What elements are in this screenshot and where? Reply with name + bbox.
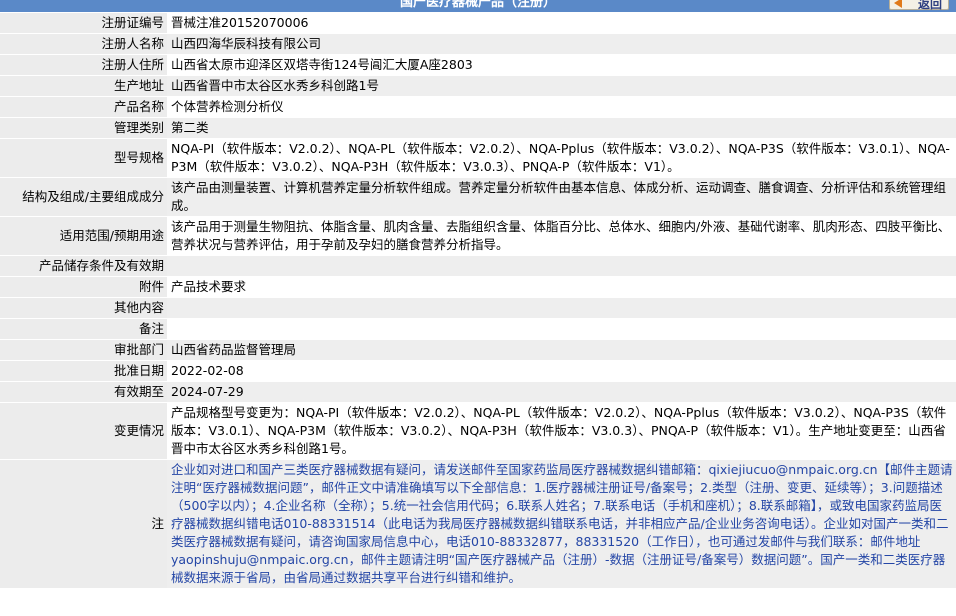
field-value-reg-no: 晋械注准20152070006 — [167, 13, 956, 34]
field-value-model-spec: NQA-PI（软件版本：V2.0.2）、NQA-PL（软件版本：V2.0.2）、… — [167, 138, 956, 178]
field-value-registrant-address: 山西省太原市迎泽区双塔寺街124号阊汇大厦A座2803 — [167, 54, 956, 76]
field-label-change-info: 变更情况 — [0, 402, 167, 460]
table-row-note: 注企业如对进口和国产三类医疗器械数据有疑问，请发送邮件至国家药监局医疗器械数据纠… — [0, 459, 956, 589]
field-value-remark — [167, 318, 956, 340]
field-value-structure: 该产品由测量装置、计算机营养定量分析软件组成。营养定量分析软件由基本信息、体成分… — [167, 177, 956, 217]
table-row-structure: 结构及组成/主要组成成分 该产品由测量装置、计算机营养定量分析软件组成。营养定量分… — [0, 177, 956, 217]
field-label-registrant-address: 注册人住所 — [0, 54, 167, 76]
field-value-product-name: 个体营养检测分析仪 — [167, 96, 956, 118]
back-button[interactable]: 返回 — [889, 0, 949, 11]
field-label-approval-dept: 审批部门 — [0, 339, 167, 361]
table-row-product-name: 产品名称 个体营养检测分析仪 — [0, 96, 956, 118]
field-value-storage — [167, 255, 956, 277]
table-row-registrant-address: 注册人住所 山西省太原市迎泽区双塔寺街124号阊汇大厦A座2803 — [0, 54, 956, 76]
field-label-remark: 备注 — [0, 318, 167, 340]
table-row-approval-dept: 审批部门 山西省药品监督管理局 — [0, 339, 956, 361]
field-value-management-class: 第二类 — [167, 117, 956, 139]
field-value-approval-date: 2022-02-08 — [167, 360, 956, 382]
field-value-attachment: 产品技术要求 — [167, 276, 956, 298]
table-row-intended-use: 适用范围/预期用途 该产品用于测量生物阻抗、体脂含量、肌肉含量、去脂组织含量、体脂… — [0, 216, 956, 256]
table-row-production-address: 生产地址 山西省晋中市太谷区水秀乡科创路1号 — [0, 75, 956, 97]
field-label-valid-until: 有效期至 — [0, 381, 167, 403]
field-value-other — [167, 297, 956, 319]
page-title: 国产医疗器械产品（注册） — [399, 0, 556, 10]
table-row-reg-no: 注册证编号 晋械注准20152070006 — [0, 13, 956, 34]
field-value-change-info: 产品规格型号变更为：NQA-PI（软件版本：V2.0.2）、NQA-PL（软件版… — [167, 402, 956, 460]
table-row-valid-until: 有效期至 2024-07-29 — [0, 381, 956, 403]
table-row-other: 其他内容 — [0, 297, 956, 319]
field-label-storage: 产品储存条件及有效期 — [0, 255, 167, 277]
field-label-structure: 结构及组成/主要组成成分 — [0, 177, 167, 217]
back-button-label: 返回 — [917, 0, 942, 11]
field-value-production-address: 山西省晋中市太谷区水秀乡科创路1号 — [167, 75, 956, 97]
table-row-registrant-name: 注册人名称 山西四海华辰科技有限公司 — [0, 33, 956, 55]
back-arrow-icon — [894, 0, 902, 8]
field-label-product-name: 产品名称 — [0, 96, 167, 118]
field-label-other: 其他内容 — [0, 297, 167, 319]
table-row-remark: 备注 — [0, 318, 956, 340]
detail-table: 注册证编号 晋械注准20152070006 注册人名称 山西四海华辰科技有限公司 注册人… — [0, 13, 956, 589]
field-label-approval-date: 批准日期 — [0, 360, 167, 382]
field-label-management-class: 管理类别 — [0, 117, 167, 139]
field-label-reg-no: 注册证编号 — [0, 13, 167, 34]
field-value-intended-use: 该产品用于测量生物阻抗、体脂含量、肌肉含量、去脂组织含量、体脂百分比、总体水、细… — [167, 216, 956, 256]
table-row-management-class: 管理类别 第二类 — [0, 117, 956, 139]
field-value-approval-dept: 山西省药品监督管理局 — [167, 339, 956, 361]
field-label-attachment: 附件 — [0, 276, 167, 298]
field-value-registrant-name: 山西四海华辰科技有限公司 — [167, 33, 956, 55]
field-label-production-address: 生产地址 — [0, 75, 167, 97]
field-label-registrant-name: 注册人名称 — [0, 33, 167, 55]
field-label-note: 注 — [0, 459, 167, 589]
table-row-model-spec: 型号规格 NQA-PI（软件版本：V2.0.2）、NQA-PL（软件版本：V2.0… — [0, 138, 956, 178]
field-label-intended-use: 适用范围/预期用途 — [0, 216, 167, 256]
table-row-approval-date: 批准日期 2022-02-08 — [0, 360, 956, 382]
page-header: 国产医疗器械产品（注册） 返回 — [0, 0, 956, 12]
field-value-note: 企业如对进口和国产三类医疗器械数据有疑问，请发送邮件至国家药监局医疗器械数据纠错… — [167, 459, 956, 589]
table-row-attachment: 附件 产品技术要求 — [0, 276, 956, 298]
table-row-change-info: 变更情况 产品规格型号变更为：NQA-PI（软件版本：V2.0.2）、NQA-PL… — [0, 402, 956, 460]
detail-table-body: 注册证编号 晋械注准20152070006 注册人名称 山西四海华辰科技有限公司 注册人… — [0, 13, 956, 589]
field-label-model-spec: 型号规格 — [0, 138, 167, 178]
table-row-storage: 产品储存条件及有效期 — [0, 255, 956, 277]
field-value-valid-until: 2024-07-29 — [167, 381, 956, 403]
